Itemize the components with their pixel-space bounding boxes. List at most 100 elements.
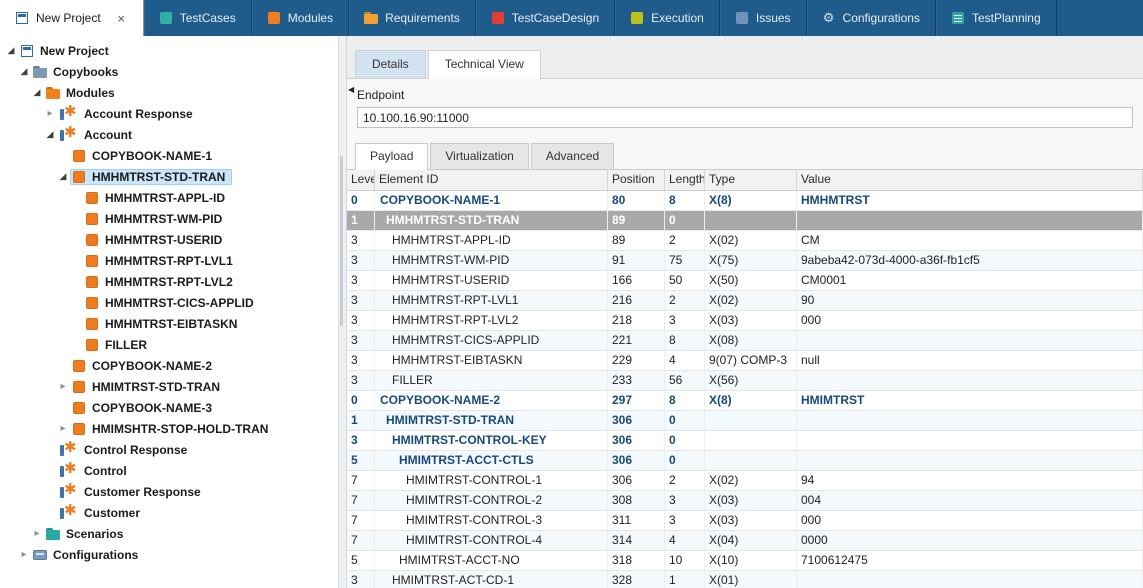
tree-item-label: Modules bbox=[66, 86, 115, 100]
tree-expander-icon[interactable]: ▸ bbox=[43, 103, 57, 124]
table-row[interactable]: 3HMHMTRST-RPT-LVL22183X(03)000 bbox=[347, 311, 1143, 331]
tree-item-copybook-name-2[interactable]: COPYBOOK-NAME-2 bbox=[0, 355, 338, 376]
tab-advanced[interactable]: Advanced bbox=[531, 143, 614, 169]
table-row[interactable]: 7HMIMTRST-CONTROL-23083X(03)004 bbox=[347, 491, 1143, 511]
tree-expander-icon[interactable]: ▸ bbox=[30, 523, 44, 544]
column-header-length[interactable]: Length bbox=[665, 170, 705, 190]
tree-item-hmimtrst-std-tran[interactable]: ▸HMIMTRST-STD-TRAN bbox=[0, 376, 338, 397]
cell-level: 7 bbox=[347, 491, 375, 510]
tree-item-content: FILLER bbox=[83, 337, 154, 353]
table-row[interactable]: 3HMIMTRST-CONTROL-KEY3060 bbox=[347, 431, 1143, 451]
close-tab-button[interactable]: × bbox=[115, 12, 128, 25]
tab-execution[interactable]: Execution bbox=[615, 0, 720, 36]
sidebar-splitter[interactable] bbox=[338, 36, 347, 588]
tab-testcases[interactable]: TestCases bbox=[144, 0, 252, 36]
tree-item-configurations[interactable]: ▸Configurations bbox=[0, 544, 338, 565]
tree-expander-icon[interactable]: ▸ bbox=[56, 376, 70, 397]
tree-expander-icon[interactable]: ◢ bbox=[56, 166, 70, 187]
table-row[interactable]: 7HMIMTRST-CONTROL-33113X(03)000 bbox=[347, 511, 1143, 531]
collapse-panel-icon[interactable]: ◀ bbox=[348, 86, 354, 94]
table-row[interactable]: 3HMIMTRST-ACT-CD-13281X(01) bbox=[347, 571, 1143, 588]
tab-modules[interactable]: Modules bbox=[252, 0, 349, 36]
tree-item-hmhmtrst-rpt-lvl2[interactable]: HMHMTRST-RPT-LVL2 bbox=[0, 271, 338, 292]
tree-item-account[interactable]: ◢✱Account bbox=[0, 124, 338, 145]
table-row[interactable]: 1HMIMTRST-STD-TRAN3060 bbox=[347, 411, 1143, 431]
table-row[interactable]: 3HMHMTRST-USERID16650X(50)CM0001 bbox=[347, 271, 1143, 291]
tree-item-content: New Project bbox=[18, 43, 116, 59]
tree-item-new-project[interactable]: ◢ New Project bbox=[0, 40, 338, 61]
tree-item-modules[interactable]: ◢ Modules bbox=[0, 82, 338, 103]
tree-item-content: COPYBOOK-NAME-1 bbox=[70, 148, 219, 164]
tree-expander-icon[interactable]: ◢ bbox=[17, 61, 31, 82]
cell-position: 91 bbox=[608, 251, 665, 270]
tree-expander-icon[interactable]: ◢ bbox=[30, 82, 44, 103]
column-header-level[interactable]: Level bbox=[347, 170, 375, 190]
table-row[interactable]: 3HMHMTRST-CICS-APPLID2218X(08) bbox=[347, 331, 1143, 351]
tab-technical-view[interactable]: Technical View bbox=[428, 50, 541, 79]
tree-item-content: Scenarios bbox=[44, 526, 130, 542]
tab-virtualization[interactable]: Virtualization bbox=[430, 143, 528, 169]
copybook-square-icon bbox=[72, 380, 86, 394]
table-row[interactable]: 3FILLER23356X(56) bbox=[347, 371, 1143, 391]
tree-item-control[interactable]: ✱Control bbox=[0, 460, 338, 481]
endpoint-input[interactable] bbox=[357, 107, 1133, 128]
cell-value: 0000 bbox=[797, 531, 1143, 550]
tree-item-content: ✱Control bbox=[57, 463, 134, 479]
column-header-type[interactable]: Type bbox=[705, 170, 797, 190]
column-header-element-id[interactable]: Element ID bbox=[375, 170, 608, 190]
table-row[interactable]: 1HMHMTRST-STD-TRAN890 bbox=[347, 211, 1143, 231]
cell-level: 3 bbox=[347, 351, 375, 370]
tree-item-hmhmtrst-appl-id[interactable]: HMHMTRST-APPL-ID bbox=[0, 187, 338, 208]
tree-item-hmhmtrst-std-tran[interactable]: ◢HMHMTRST-STD-TRAN bbox=[0, 166, 338, 187]
copybooks-folder-icon bbox=[33, 65, 47, 79]
column-header-position[interactable]: Position bbox=[608, 170, 665, 190]
cell-length: 56 bbox=[665, 371, 705, 390]
cell-type: 9(07) COMP-3 bbox=[705, 351, 797, 370]
tree-item-customer-response[interactable]: ✱Customer Response bbox=[0, 481, 338, 502]
tab-payload[interactable]: Payload bbox=[355, 143, 428, 170]
table-row[interactable]: 0COPYBOOK-NAME-22978X(8)HMIMTRST bbox=[347, 391, 1143, 411]
tree-scrollbar-thumb[interactable] bbox=[340, 156, 343, 326]
table-row[interactable]: 3HMHMTRST-EIBTASKN22949(07) COMP-3null bbox=[347, 351, 1143, 371]
tree-item-hmhmtrst-rpt-lvl1[interactable]: HMHMTRST-RPT-LVL1 bbox=[0, 250, 338, 271]
tree-expander-icon[interactable]: ◢ bbox=[4, 40, 18, 61]
cell-value: CM bbox=[797, 231, 1143, 250]
table-row[interactable]: 5HMIMTRST-ACCT-NO31810X(10)7100612475 bbox=[347, 551, 1143, 571]
tree-expander-icon[interactable]: ◢ bbox=[43, 124, 57, 145]
cell-element: HMIMTRST-ACCT-NO bbox=[375, 551, 608, 570]
tab-requirements[interactable]: Requirements bbox=[349, 0, 476, 36]
column-header-value[interactable]: Value bbox=[797, 170, 1143, 190]
tree-item-copybooks[interactable]: ◢Copybooks bbox=[0, 61, 338, 82]
tab-testcasedesign[interactable]: TestCaseDesign bbox=[476, 0, 615, 36]
tree-item-label: New Project bbox=[40, 44, 109, 58]
tree-item-copybook-name-1[interactable]: COPYBOOK-NAME-1 bbox=[0, 145, 338, 166]
table-row[interactable]: 3HMHMTRST-APPL-ID892X(02)CM bbox=[347, 231, 1143, 251]
tree-item-hmhmtrst-cics-applid[interactable]: HMHMTRST-CICS-APPLID bbox=[0, 292, 338, 313]
table-row[interactable]: 7HMIMTRST-CONTROL-13062X(02)94 bbox=[347, 471, 1143, 491]
cell-level: 3 bbox=[347, 571, 375, 588]
tab-configurations[interactable]: ⚙Configurations bbox=[807, 0, 936, 36]
table-row[interactable]: 5HMIMTRST-ACCT-CTLS3060 bbox=[347, 451, 1143, 471]
tree-expander-icon[interactable]: ▸ bbox=[56, 418, 70, 439]
tree-item-hmhmtrst-wm-pid[interactable]: HMHMTRST-WM-PID bbox=[0, 208, 338, 229]
tree-item-copybook-name-3[interactable]: COPYBOOK-NAME-3 bbox=[0, 397, 338, 418]
tree-item-scenarios[interactable]: ▸Scenarios bbox=[0, 523, 338, 544]
table-row[interactable]: 7HMIMTRST-CONTROL-43144X(04)0000 bbox=[347, 531, 1143, 551]
tree-item-hmhmtrst-userid[interactable]: HMHMTRST-USERID bbox=[0, 229, 338, 250]
table-row[interactable]: 3HMHMTRST-WM-PID9175X(75)9abeba42-073d-4… bbox=[347, 251, 1143, 271]
tree-item-customer[interactable]: ✱Customer bbox=[0, 502, 338, 523]
table-row[interactable]: 3HMHMTRST-RPT-LVL12162X(02)90 bbox=[347, 291, 1143, 311]
tree-item-hmhmtrst-eibtaskn[interactable]: HMHMTRST-EIBTASKN bbox=[0, 313, 338, 334]
tree-item-filler[interactable]: FILLER bbox=[0, 334, 338, 355]
tree-item-account-response[interactable]: ▸✱Account Response bbox=[0, 103, 338, 124]
tab-new-project[interactable]: New Project× bbox=[0, 0, 144, 36]
tab-testplanning[interactable]: TestPlanning bbox=[936, 0, 1057, 36]
tree-expander-icon[interactable]: ▸ bbox=[17, 544, 31, 565]
cell-type bbox=[705, 211, 797, 230]
tree-item-control-response[interactable]: ✱Control Response bbox=[0, 439, 338, 460]
tab-issues[interactable]: Issues bbox=[720, 0, 807, 36]
tree-item-hmimshtr-stop-hold-tran[interactable]: ▸HMIMSHTR-STOP-HOLD-TRAN bbox=[0, 418, 338, 439]
table-row[interactable]: 0COPYBOOK-NAME-1808X(8)HMHMTRST bbox=[347, 191, 1143, 211]
cell-level: 0 bbox=[347, 191, 375, 210]
tab-details[interactable]: Details bbox=[355, 50, 426, 78]
